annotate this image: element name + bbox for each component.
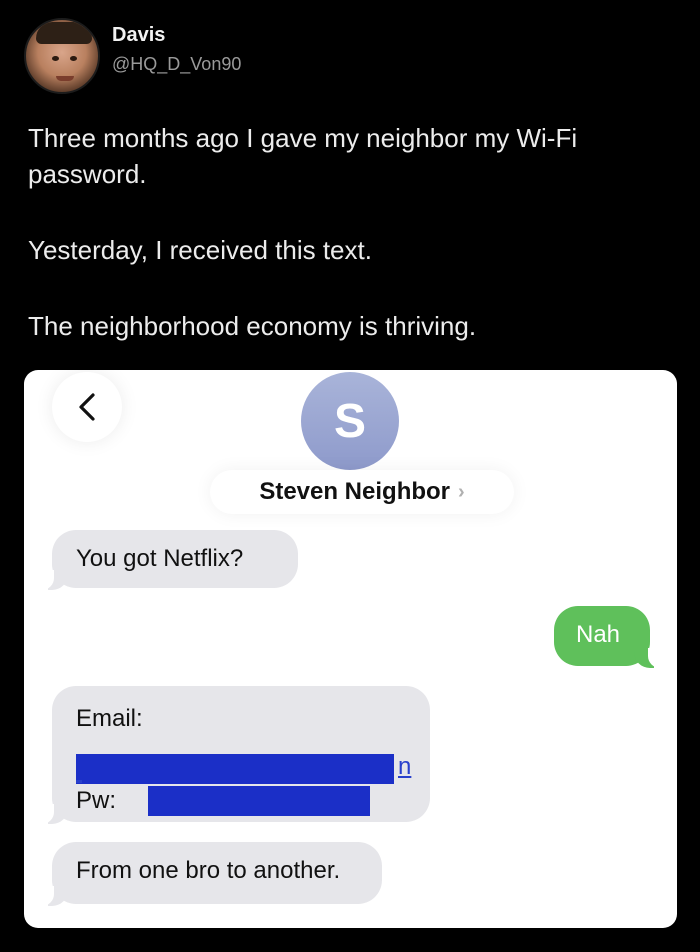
- outgoing-message[interactable]: Nah: [554, 606, 662, 668]
- message-text: You got Netflix?: [76, 545, 244, 572]
- incoming-message[interactable]: You got Netflix?: [40, 530, 298, 590]
- chevron-left-icon: [79, 393, 95, 421]
- email-link-tail[interactable]: n: [398, 752, 411, 782]
- incoming-message-credentials[interactable]: Email: n Pw:: [40, 686, 430, 824]
- back-button[interactable]: [52, 372, 122, 442]
- user-avatar[interactable]: [24, 18, 100, 94]
- message-text: Nah: [576, 621, 621, 648]
- user-handle[interactable]: @HQ_D_Von90: [112, 54, 241, 75]
- avatar-eye-right: [70, 56, 77, 61]
- email-redaction: [76, 754, 394, 784]
- message-text: From one bro to another.: [76, 857, 341, 884]
- tweet-text: Three months ago I gave my neighbor my W…: [28, 120, 678, 344]
- chevron-right-icon: ›: [458, 480, 465, 503]
- tweet-paragraph: Yesterday, I received this text.: [28, 235, 372, 265]
- avatar-eye-left: [52, 56, 59, 61]
- tweet-paragraph: The neighborhood economy is thriving.: [28, 311, 477, 341]
- tweet-paragraph: Three months ago I gave my neighbor my W…: [28, 123, 578, 189]
- display-name[interactable]: Davis: [112, 24, 165, 47]
- password-label: Pw:: [76, 787, 117, 814]
- message-screenshot: S Steven Neighbor › You got Netflix? Nah…: [24, 370, 677, 928]
- email-link-underline: [76, 780, 82, 783]
- avatar-hair: [36, 22, 92, 44]
- contact-avatar[interactable]: S: [301, 372, 399, 470]
- contact-name: Steven Neighbor: [259, 478, 451, 505]
- email-label: Email:: [76, 705, 143, 732]
- contact-header[interactable]: Steven Neighbor ›: [210, 470, 514, 514]
- password-redaction: [148, 786, 370, 816]
- tweet: Davis @HQ_D_Von90 Three months ago I gav…: [0, 0, 700, 952]
- incoming-message[interactable]: From one bro to another.: [40, 842, 382, 906]
- avatar-mouth: [56, 76, 74, 81]
